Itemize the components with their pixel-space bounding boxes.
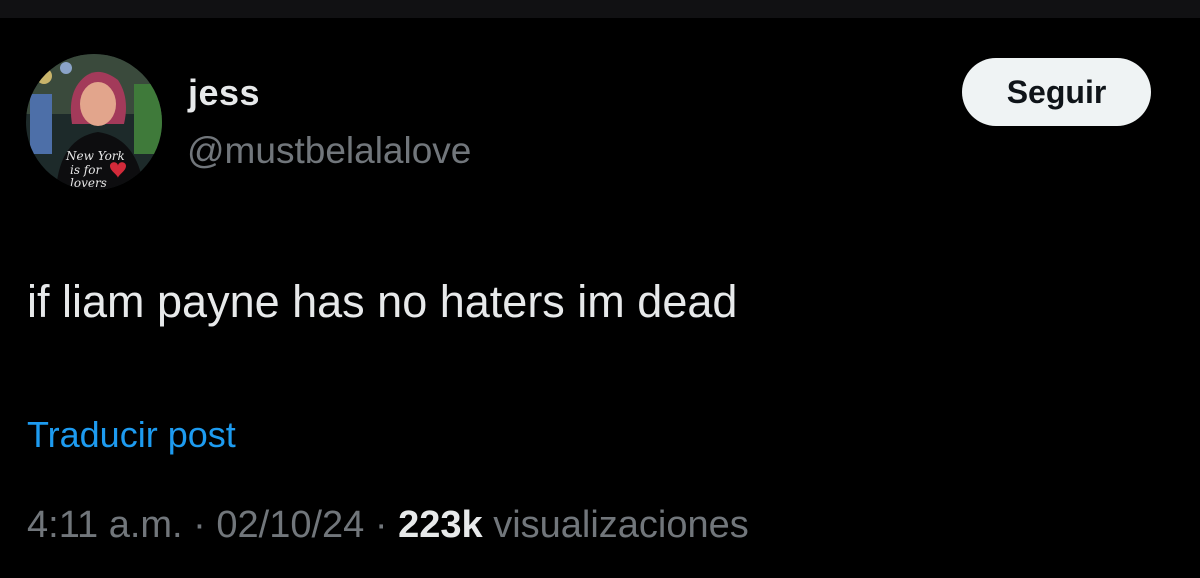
tweet-meta: 4:11 a.m. · 02/10/24 · 223k visualizacio… [27, 504, 749, 547]
meta-separator: · [374, 504, 388, 546]
author-handle[interactable]: @mustbelalalove [187, 130, 471, 172]
tweet-time[interactable]: 4:11 a.m. [27, 504, 183, 546]
avatar-shirt-text: lovers [70, 176, 107, 190]
views-count: 223k [398, 504, 483, 546]
author-display-name[interactable]: jess [188, 72, 260, 114]
avatar[interactable]: New York is for lovers [26, 54, 162, 190]
meta-separator: · [193, 504, 206, 546]
avatar-shirt-text: New York [65, 149, 125, 163]
tweet-text: if liam payne has no haters im dead [27, 276, 738, 327]
follow-button[interactable]: Seguir [962, 58, 1151, 126]
translate-post-link[interactable]: Traducir post [27, 414, 236, 456]
top-status-strip [0, 0, 1200, 18]
views-label: visualizaciones [493, 504, 749, 546]
tweet-date[interactable]: 02/10/24 [216, 504, 364, 546]
avatar-shirt-text: is for [70, 163, 102, 177]
